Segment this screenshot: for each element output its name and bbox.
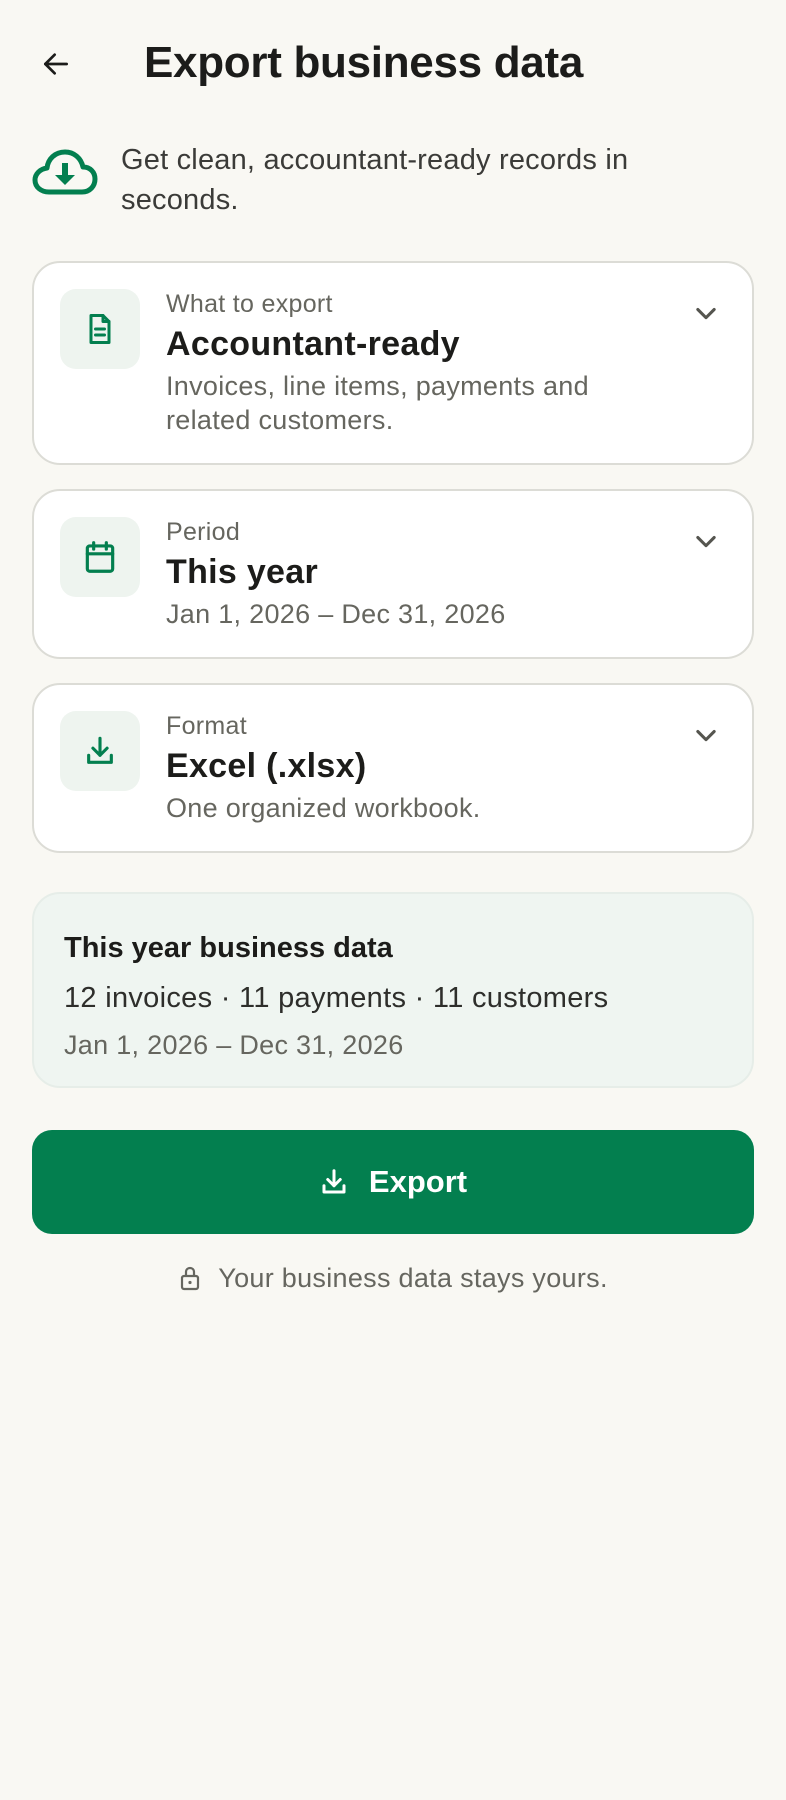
summary-title: This year business data [64,932,393,964]
download-icon [322,1169,346,1194]
chevron-down-icon [690,525,722,557]
export-summary: This year business data 12 invoices · 11… [32,892,754,1088]
export-button[interactable]: Export [32,1130,754,1234]
document-icon [89,314,111,344]
export-type-description: Invoices, line items, payments and relat… [166,371,589,435]
intro-banner: Get clean, accountant-ready records in s… [32,140,752,230]
period-icon-box [60,517,140,597]
chevron-down-icon [690,297,722,329]
lock-icon [181,1266,200,1291]
period-description: Jan 1, 2026 – Dec 31, 2026 [166,599,506,629]
format-description: One organized workbook. [166,793,481,823]
app-header: Export business data [0,0,786,128]
arrow-left-icon [44,53,68,75]
export-type-icon-box [60,289,140,369]
export-button-label: Export [368,1164,468,1199]
period-label: Period [166,518,241,546]
chevron-down-icon [690,719,722,751]
export-page: Export business data Get clean, accounta… [0,0,786,1800]
format-label: Format [166,712,247,740]
summary-dates: Jan 1, 2026 – Dec 31, 2026 [64,1030,404,1060]
calendar-icon [85,541,115,573]
export-type-label: What to export [166,290,333,318]
period-value: This year [166,553,318,591]
period-selector[interactable]: Period This year Jan 1, 2026 – Dec 31, 2… [32,489,754,659]
summary-counts: 12 invoices · 11 payments · 11 customers [64,982,609,1014]
format-icon-box [60,711,140,791]
back-button[interactable] [28,36,84,92]
page-title: Export business data [144,38,584,87]
export-type-value: Accountant-ready [166,325,460,363]
format-selector[interactable]: Format Excel (.xlsx) One organized workb… [32,683,754,853]
privacy-note: Your business data stays yours. [0,1258,786,1298]
intro-text: Get clean, accountant-ready records in s… [121,144,629,216]
export-type-selector[interactable]: What to export Accountant-ready Invoices… [32,261,754,465]
format-value: Excel (.xlsx) [166,747,367,785]
privacy-text: Your business data stays yours. [218,1262,608,1293]
download-icon [87,736,113,764]
cloud-download-icon [32,149,98,195]
